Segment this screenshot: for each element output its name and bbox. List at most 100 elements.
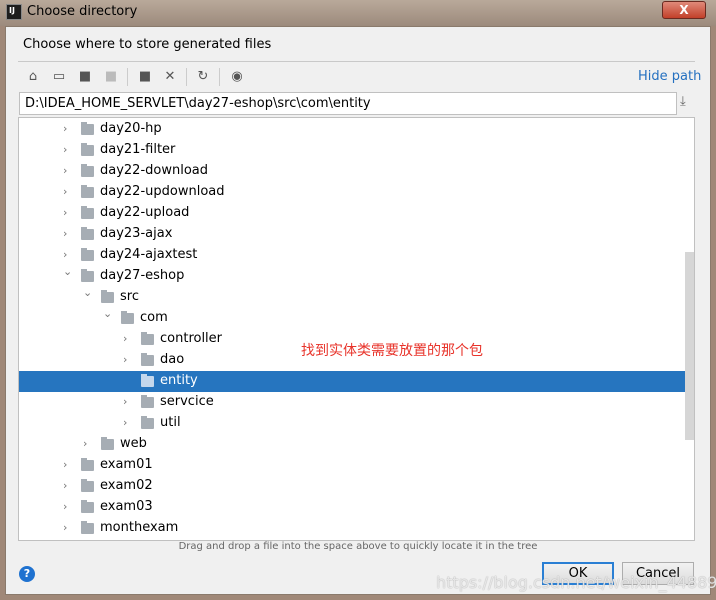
- chevron-right-icon[interactable]: ›: [123, 332, 133, 345]
- intellij-icon: IJ: [6, 4, 22, 20]
- refresh-icon[interactable]: ↻: [195, 69, 211, 85]
- tree-item-label: day22-updownload: [100, 184, 225, 199]
- folder-icon: [81, 143, 94, 156]
- hide-path-link[interactable]: Hide path: [638, 69, 701, 84]
- folder-icon: [141, 353, 154, 366]
- directory-tree[interactable]: › day20-hp › day21-filter › day22-download › da…: [18, 117, 695, 541]
- folder-icon: [101, 437, 114, 450]
- folder-icon: [81, 269, 94, 282]
- tree-item[interactable]: › day23-ajax: [19, 224, 685, 245]
- tree-item-label: entity: [160, 373, 198, 388]
- tree-item[interactable]: › day20-hp: [19, 119, 685, 140]
- folder-icon: [81, 500, 94, 513]
- tree-item-label: src: [120, 289, 139, 304]
- chevron-right-icon[interactable]: ›: [83, 437, 93, 450]
- tree-item[interactable]: › servcice: [19, 392, 685, 413]
- folder-icon: [101, 290, 114, 303]
- desktop-icon[interactable]: ▭: [51, 69, 67, 85]
- toolbar-separator: [219, 68, 220, 86]
- tree-item[interactable]: › exam03: [19, 497, 685, 518]
- tree-item-label: util: [160, 415, 181, 430]
- tree-item-label: day22-download: [100, 163, 209, 178]
- close-button[interactable]: X: [662, 1, 706, 19]
- help-icon[interactable]: ?: [19, 566, 35, 582]
- project-folder-icon[interactable]: ■: [77, 69, 93, 85]
- chevron-right-icon[interactable]: ›: [123, 395, 133, 408]
- path-input[interactable]: D:\IDEA_HOME_SERVLET\day27-eshop\src\com…: [19, 92, 677, 115]
- download-icon[interactable]: ⤓: [680, 94, 686, 109]
- folder-icon: [81, 185, 94, 198]
- chevron-down-icon[interactable]: ⌄: [83, 286, 93, 299]
- tree-item[interactable]: › day21-filter: [19, 140, 685, 161]
- tree-item[interactable]: entity: [19, 371, 685, 392]
- chevron-right-icon[interactable]: ›: [63, 122, 73, 135]
- folder-icon: [121, 311, 134, 324]
- folder-icon: [81, 479, 94, 492]
- tree-item-label: web: [120, 436, 147, 451]
- tree-item[interactable]: › day24-ajaxtest: [19, 245, 685, 266]
- chevron-right-icon[interactable]: ›: [123, 353, 133, 366]
- new-folder-icon[interactable]: ■: [137, 69, 153, 85]
- chevron-right-icon[interactable]: ›: [63, 143, 73, 156]
- tree-item[interactable]: › exam02: [19, 476, 685, 497]
- tree-item-label: day20-hp: [100, 121, 162, 136]
- scrollbar-thumb[interactable]: [685, 252, 694, 440]
- chevron-right-icon[interactable]: ›: [63, 458, 73, 471]
- chevron-right-icon[interactable]: ›: [63, 164, 73, 177]
- tree-item[interactable]: › exam01: [19, 455, 685, 476]
- annotation-text: 找到实体类需要放置的那个包: [301, 343, 483, 359]
- chevron-right-icon[interactable]: ›: [63, 521, 73, 534]
- title-bar: IJ Choose directory X: [0, 0, 716, 26]
- watermark: https://blog.csdn.net/weixin_44889894: [436, 573, 716, 592]
- delete-icon[interactable]: ✕: [162, 69, 178, 85]
- chevron-right-icon[interactable]: ›: [123, 416, 133, 429]
- module-folder-icon[interactable]: ■: [103, 69, 119, 85]
- tree-item-label: dao: [160, 352, 185, 367]
- folder-icon: [141, 332, 154, 345]
- folder-icon: [81, 206, 94, 219]
- tree-item[interactable]: › day22-download: [19, 161, 685, 182]
- tree-item[interactable]: › day22-upload: [19, 203, 685, 224]
- folder-icon: [141, 395, 154, 408]
- tree-item[interactable]: › util: [19, 413, 685, 434]
- chevron-right-icon[interactable]: ›: [63, 479, 73, 492]
- tree-item[interactable]: › monthexam: [19, 518, 685, 539]
- folder-icon: [141, 416, 154, 429]
- folder-icon: [141, 374, 154, 387]
- tree-item-label: servcice: [160, 394, 214, 409]
- chevron-right-icon[interactable]: ›: [63, 500, 73, 513]
- dialog-heading: Choose where to store generated files: [23, 37, 272, 52]
- tree-item[interactable]: › web: [19, 434, 685, 455]
- folder-icon: [81, 227, 94, 240]
- tree-item[interactable]: › day22-updownload: [19, 182, 685, 203]
- chevron-right-icon[interactable]: ›: [63, 248, 73, 261]
- show-hidden-icon[interactable]: ◉: [229, 69, 245, 85]
- tree-item-label: controller: [160, 331, 223, 346]
- chevron-down-icon[interactable]: ⌄: [103, 307, 113, 320]
- tree-item-label: exam02: [100, 478, 153, 493]
- tree-item-label: monthexam: [100, 520, 179, 535]
- drag-drop-hint: Drag and drop a file into the space abov…: [178, 541, 538, 552]
- folder-icon: [81, 521, 94, 534]
- chevron-right-icon[interactable]: ›: [63, 227, 73, 240]
- tree-item-label: com: [140, 310, 168, 325]
- toolbar-separator: [127, 68, 128, 86]
- tree-item[interactable]: ⌄ day27-eshop: [19, 265, 685, 287]
- tree-item[interactable]: ⌄ src: [19, 286, 685, 308]
- tree-item-label: exam01: [100, 457, 153, 472]
- tree-item-label: day23-ajax: [100, 226, 173, 241]
- chevron-right-icon[interactable]: ›: [63, 185, 73, 198]
- tree-item-label: exam03: [100, 499, 153, 514]
- folder-icon: [81, 122, 94, 135]
- toolbar-separator: [186, 68, 187, 86]
- divider: [18, 61, 695, 62]
- tree-item-label: day21-filter: [100, 142, 176, 157]
- chevron-right-icon[interactable]: ›: [63, 206, 73, 219]
- window-title: Choose directory: [27, 4, 138, 19]
- folder-icon: [81, 164, 94, 177]
- tree-item[interactable]: ⌄ com: [19, 307, 685, 329]
- folder-icon: [81, 248, 94, 261]
- tree-item-label: day22-upload: [100, 205, 190, 220]
- home-icon[interactable]: ⌂: [25, 69, 41, 85]
- chevron-down-icon[interactable]: ⌄: [63, 265, 73, 278]
